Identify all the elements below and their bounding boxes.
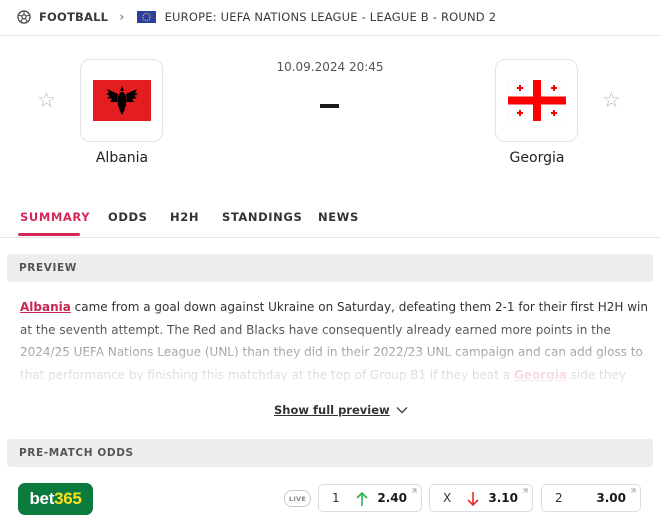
- show-full-preview-label: Show full preview: [274, 403, 390, 417]
- tab-news[interactable]: NEWS: [318, 205, 359, 237]
- odds-label: 2: [555, 491, 563, 505]
- breadcrumb-league-link[interactable]: EUROPE: UEFA NATIONS LEAGUE - LEAGUE B -…: [165, 10, 497, 24]
- away-team-link[interactable]: Georgia: [514, 368, 567, 382]
- favorite-away-star-icon[interactable]: ☆: [602, 90, 621, 111]
- divider: [0, 35, 661, 36]
- odds-draw[interactable]: X 3.10: [429, 484, 533, 512]
- odds-label: 1: [332, 491, 340, 505]
- odds-away-win[interactable]: 2 3.00: [541, 484, 641, 512]
- chevron-down-icon: [396, 407, 408, 414]
- home-team-name[interactable]: Albania: [62, 150, 182, 166]
- external-link-icon: [412, 488, 417, 493]
- breadcrumb: FOOTBALL › EUROPE: UEFA NATIONS LEAGUE -…: [17, 8, 496, 26]
- away-team-name[interactable]: Georgia: [477, 150, 597, 166]
- tab-h2h[interactable]: H2H: [170, 205, 199, 237]
- bookmaker-name-b: 365: [54, 489, 82, 508]
- home-team-logo[interactable]: [80, 59, 163, 142]
- divider: [0, 237, 661, 238]
- preview-section-header: PREVIEW: [7, 254, 653, 282]
- albania-flag-icon: [92, 80, 151, 121]
- breadcrumb-sport-link[interactable]: FOOTBALL: [39, 10, 108, 24]
- score-placeholder: [320, 104, 339, 108]
- arrow-up-icon: [356, 491, 368, 506]
- external-link-icon: [523, 488, 528, 493]
- preview-text: Albania came from a goal down against Uk…: [20, 296, 650, 388]
- external-link-icon: [631, 488, 636, 493]
- match-tabs: SUMMARY ODDS H2H STANDINGS NEWS: [0, 205, 661, 237]
- tab-standings[interactable]: STANDINGS: [222, 205, 302, 237]
- odds-value: 3.10: [488, 491, 518, 505]
- odds-label: X: [443, 491, 452, 505]
- football-icon: [17, 10, 31, 24]
- active-tab-indicator: [18, 233, 80, 236]
- live-badge: LIVE: [284, 490, 311, 507]
- chevron-right-icon: ›: [119, 9, 125, 25]
- home-team-link[interactable]: Albania: [20, 300, 71, 314]
- georgia-flag-icon: [507, 80, 566, 121]
- away-team-logo[interactable]: [495, 59, 578, 142]
- show-full-preview-button[interactable]: Show full preview: [274, 403, 408, 417]
- bet365-logo[interactable]: bet 365: [18, 483, 93, 515]
- odds-value: 2.40: [377, 491, 407, 505]
- bookmaker-name-a: bet: [29, 489, 55, 508]
- match-datetime: 10.09.2024 20:45: [276, 60, 384, 74]
- arrow-down-icon: [467, 492, 479, 507]
- odds-home-win[interactable]: 1 2.40: [318, 484, 422, 512]
- odds-section-header: PRE-MATCH ODDS: [7, 439, 653, 467]
- favorite-home-star-icon[interactable]: ☆: [37, 90, 56, 111]
- europe-flag-icon: [136, 11, 156, 23]
- odds-value: 3.00: [596, 491, 626, 505]
- tab-odds[interactable]: ODDS: [108, 205, 148, 237]
